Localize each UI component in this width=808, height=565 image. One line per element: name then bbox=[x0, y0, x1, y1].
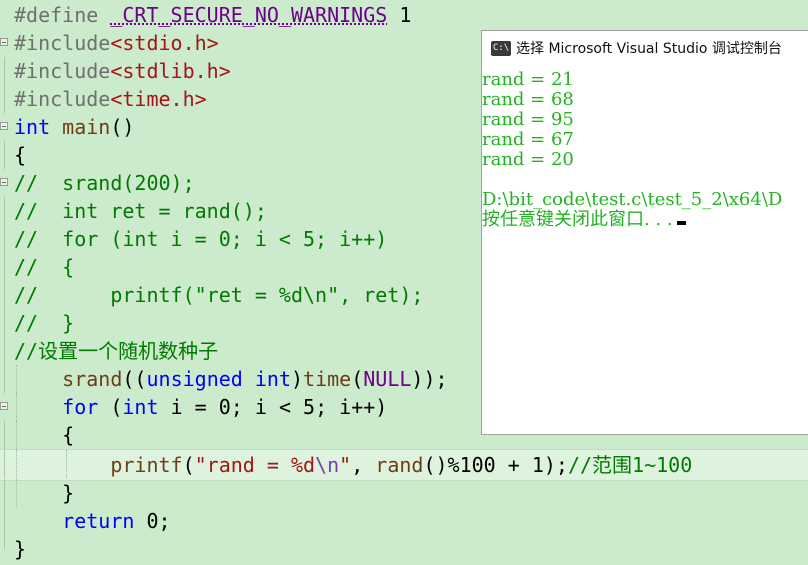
close-brace: } bbox=[14, 481, 75, 505]
comment-line: // printf("ret = %d\n", ret); bbox=[14, 283, 424, 307]
console-output-line: rand = 67 bbox=[482, 129, 574, 150]
include-keyword: #include bbox=[14, 31, 111, 55]
console-output-line: D:\bit_code\test.c\test_5_2\x64\D bbox=[482, 189, 783, 210]
console-output-line: rand = 20 bbox=[482, 149, 574, 170]
for-loop: for (int i = 0; i < 5; i++) bbox=[62, 395, 388, 419]
include-keyword: #include bbox=[14, 59, 111, 83]
current-line-highlight[interactable]: printf("rand = %d\n", rand()%100 + 1);//… bbox=[0, 449, 808, 481]
include-keyword: #include bbox=[14, 87, 111, 111]
open-brace: { bbox=[14, 143, 27, 167]
printf-call: printf("rand = %d\n", rand()%100 + 1);//… bbox=[110, 453, 693, 477]
define-keyword: #define bbox=[14, 3, 99, 27]
comment-line: // { bbox=[14, 255, 75, 279]
console-app-icon: C:\ bbox=[491, 41, 511, 56]
console-output-line: rand = 21 bbox=[482, 69, 574, 90]
collapse-toggle-icon[interactable] bbox=[0, 402, 8, 410]
define-value: 1 bbox=[399, 3, 412, 27]
console-output-line: rand = 95 bbox=[482, 109, 574, 130]
console-prompt-line: 按任意键关闭此窗口. . . bbox=[482, 210, 686, 230]
collapse-toggle-icon[interactable] bbox=[0, 38, 8, 46]
code-line[interactable]: } bbox=[0, 535, 808, 563]
include-header: time.h bbox=[122, 87, 195, 111]
console-output[interactable]: rand = 21 rand = 68 rand = 95 rand = 67 … bbox=[482, 67, 808, 435]
include-line: #include<stdio.h> bbox=[14, 31, 219, 55]
comment-line: // for (int i = 0; i < 5; i++) bbox=[14, 227, 388, 251]
collapse-toggle-icon[interactable] bbox=[0, 178, 8, 186]
define-line: #define _CRT_SECURE_NO_WARNINGS 1 bbox=[14, 1, 411, 29]
include-header: stdio.h bbox=[122, 31, 207, 55]
code-line[interactable]: } bbox=[0, 479, 808, 507]
srand-call: srand((unsigned int)time(NULL)); bbox=[62, 367, 448, 391]
function-signature: int main() bbox=[14, 115, 135, 139]
comment-line: // srand(200); bbox=[14, 171, 195, 195]
comment-line: // int ret = rand(); bbox=[14, 199, 267, 223]
console-title: 选择 Microsoft Visual Studio 调试控制台 bbox=[516, 41, 782, 57]
collapse-toggle-icon[interactable] bbox=[0, 122, 8, 130]
console-prompt-text: 按任意键关闭此窗口. . . bbox=[482, 209, 673, 230]
include-line: #include<stdlib.h> bbox=[14, 59, 231, 83]
console-output-line: rand = 68 bbox=[482, 89, 574, 110]
define-macro: _CRT_SECURE_NO_WARNINGS bbox=[110, 3, 388, 27]
comment-line: // } bbox=[14, 311, 75, 335]
return-statement: return 0; bbox=[62, 509, 171, 533]
debug-console-window[interactable]: C:\ 选择 Microsoft Visual Studio 调试控制台 ran… bbox=[481, 30, 808, 435]
close-brace: } bbox=[14, 537, 27, 561]
code-line[interactable]: return 0; bbox=[0, 507, 808, 535]
include-line: #include<time.h> bbox=[14, 87, 207, 111]
include-header: stdlib.h bbox=[122, 59, 219, 83]
code-line[interactable]: #define _CRT_SECURE_NO_WARNINGS 1 bbox=[0, 1, 808, 29]
open-brace: { bbox=[14, 423, 75, 447]
console-title-bar[interactable]: C:\ 选择 Microsoft Visual Studio 调试控制台 bbox=[482, 31, 808, 67]
text-cursor bbox=[676, 221, 686, 225]
comment-line: //设置一个随机数种子 bbox=[14, 339, 219, 363]
